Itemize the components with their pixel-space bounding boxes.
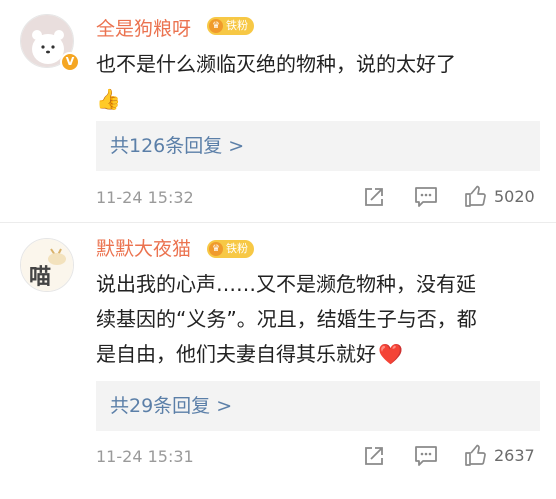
comment-icon [415, 187, 437, 207]
share-icon [365, 447, 383, 465]
comment-text-line: 续基因的“义务”。况且，结婚生子与否，都 [96, 307, 477, 331]
like-button[interactable]: 5020 [464, 184, 535, 208]
thumbs-up-emoji-icon: 👍 [96, 87, 121, 111]
fan-badge: ♛ 铁粉 [207, 240, 254, 258]
svg-text:喵: 喵 [29, 265, 51, 290]
share-button[interactable] [363, 186, 385, 208]
comment-text-line: 是自由，他们夫妻自得其乐就好 [96, 342, 376, 366]
comment-text-line-wrap: 是自由，他们夫妻自得其乐就好 ❤️ [96, 337, 536, 372]
comment-time: 11-24 15:31 [96, 447, 194, 466]
thumbs-up-icon [465, 185, 486, 207]
comment-icon [415, 446, 437, 466]
replies-link[interactable]: 共126条回复 > [96, 121, 540, 171]
fan-badge-label: 铁粉 [226, 19, 248, 32]
comment-button[interactable] [414, 186, 438, 208]
share-icon [365, 188, 383, 206]
avatar[interactable]: 喵 [20, 238, 74, 292]
comment-time: 11-24 15:32 [96, 188, 194, 207]
comment-text: 说出我的心声……又不是濒危物种，没有延 续基因的“义务”。况且，结婚生子与否，都… [96, 267, 536, 372]
comment-text-line: 说出我的心声……又不是濒危物种，没有延 [96, 272, 476, 296]
verified-badge-icon: V [60, 52, 80, 72]
comment-item: 喵 默默大夜猫 ♛ 铁粉 说出我的心声……又不是濒危物种，没有延 续基因的“义务… [0, 223, 556, 499]
like-button[interactable]: 2637 [464, 443, 535, 467]
comment-item: V 全是狗粮呀 ♛ 铁粉 也不是什么濒临灭绝的物种，说的太好了 👍 共126条回… [0, 0, 556, 222]
cat-meow-avatar-icon: 喵 [21, 239, 73, 291]
thumbs-up-icon [465, 444, 486, 466]
crown-icon: ♛ [209, 19, 223, 33]
username[interactable]: 默默大夜猫 [96, 234, 191, 261]
crown-icon: ♛ [209, 242, 223, 256]
fan-badge-label: 铁粉 [226, 242, 248, 255]
heart-emoji-icon: ❤️ [378, 342, 403, 366]
username[interactable]: 全是狗粮呀 [96, 14, 191, 41]
fan-badge: ♛ 铁粉 [207, 17, 254, 35]
comment-text-line: 也不是什么濒临灭绝的物种，说的太好了 [96, 52, 456, 76]
comment-button[interactable] [414, 445, 438, 467]
like-count: 2637 [494, 445, 535, 465]
replies-link[interactable]: 共29条回复 > [96, 381, 540, 431]
comment-text: 也不是什么濒临灭绝的物种，说的太好了 👍 [96, 47, 536, 117]
like-count: 5020 [494, 186, 535, 206]
share-button[interactable] [363, 445, 385, 467]
